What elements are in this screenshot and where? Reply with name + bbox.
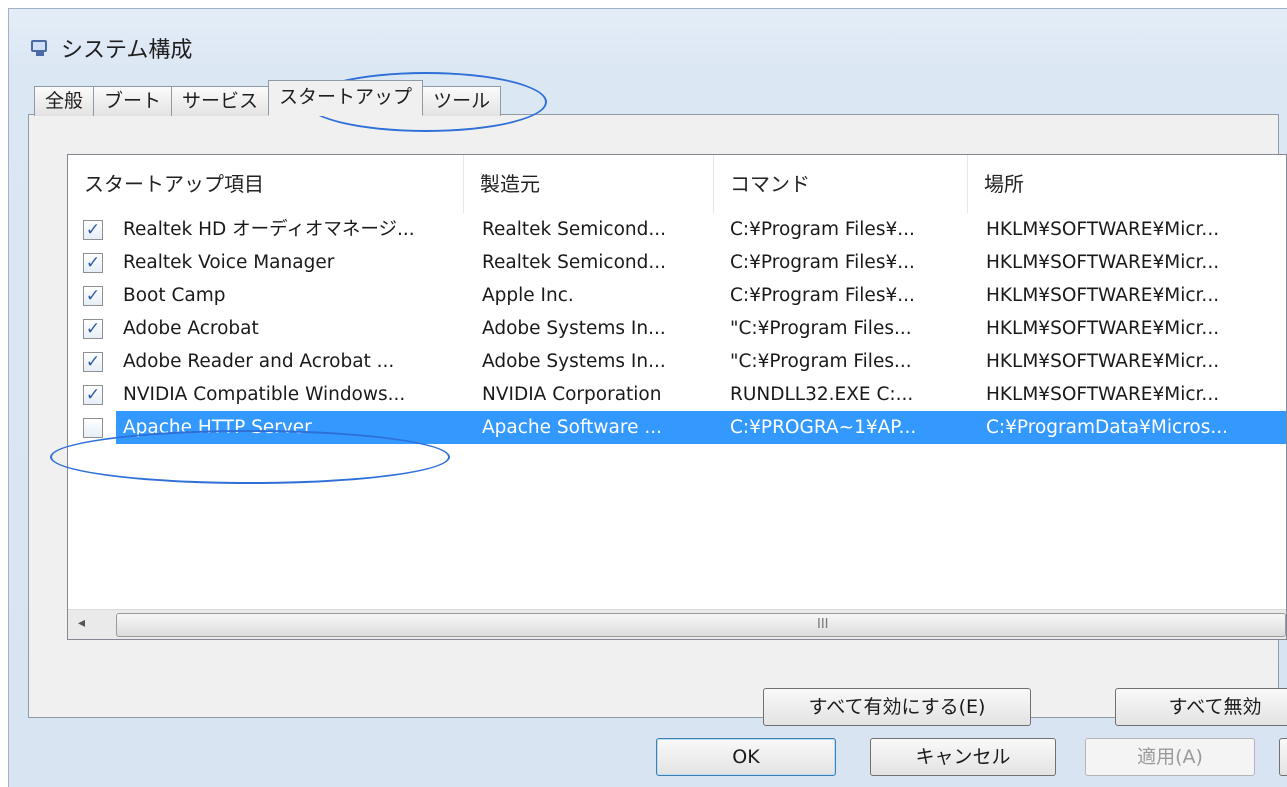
startup-checkbox[interactable]: ✓ xyxy=(83,352,103,372)
enable-all-button[interactable]: すべて有効にする(E) xyxy=(763,688,1031,726)
table-row[interactable]: ✓ Adobe Reader and Acrobat ... Adobe Syste… xyxy=(68,345,1286,378)
table-row[interactable]: ✓ NVIDIA Compatible Windows... NVIDIA Corp… xyxy=(68,378,1286,411)
table-row[interactable]: ✓ Apache HTTP Server Apache Software ... C:… xyxy=(68,411,1286,444)
startup-checkbox[interactable]: ✓ xyxy=(83,220,103,240)
column-header-location[interactable]: 場所 xyxy=(968,155,1287,213)
ok-button[interactable]: OK xyxy=(656,738,836,776)
cell-startup-item: Realtek HD オーディオマネージ... xyxy=(123,219,415,240)
column-header-maker[interactable]: 製造元 xyxy=(464,155,714,213)
tab-services[interactable]: サービス xyxy=(171,86,270,116)
cell-command: "C:¥Program Files... xyxy=(730,318,912,339)
table-row[interactable]: ✓ Adobe Acrobat Adobe Systems In... "C:¥Pro… xyxy=(68,312,1286,345)
apply-button[interactable]: 適用(A) xyxy=(1085,738,1255,776)
cancel-button[interactable]: キャンセル xyxy=(870,738,1056,776)
startup-checkbox[interactable]: ✓ xyxy=(83,253,103,273)
startup-list[interactable]: スタートアップ項目 製造元 コマンド 場所 ✓ Realtek HD オーディオマ… xyxy=(67,154,1287,640)
cell-location: HKLM¥SOFTWARE¥Micr... xyxy=(986,252,1220,273)
cell-maker: Apache Software ... xyxy=(482,417,662,438)
list-header: スタートアップ項目 製造元 コマンド 場所 xyxy=(68,155,1286,213)
cell-startup-item: Apache HTTP Server xyxy=(123,417,312,438)
column-header-command[interactable]: コマンド xyxy=(714,155,968,213)
cell-maker: NVIDIA Corporation xyxy=(482,384,662,405)
cell-command: C:¥PROGRA~1¥AP... xyxy=(730,417,917,438)
column-header-startup-item[interactable]: スタートアップ項目 xyxy=(68,155,464,213)
tab-general[interactable]: 全般 xyxy=(34,86,95,116)
window-title: システム構成 xyxy=(61,38,193,63)
scroll-left-icon[interactable]: ◂ xyxy=(78,615,85,631)
title-bar: システム構成 xyxy=(29,31,192,65)
cell-maker: Adobe Systems In... xyxy=(482,351,666,372)
horizontal-scrollbar[interactable]: ◂ III xyxy=(68,609,1286,639)
help-button-partial[interactable] xyxy=(1279,738,1287,776)
cell-location: C:¥ProgramData¥Micros... xyxy=(986,417,1228,438)
cell-maker: Apple Inc. xyxy=(482,285,574,306)
cell-command: C:¥Program Files¥... xyxy=(730,252,915,273)
startup-checkbox[interactable]: ✓ xyxy=(83,319,103,339)
cell-location: HKLM¥SOFTWARE¥Micr... xyxy=(986,384,1220,405)
cell-maker: Realtek Semicond... xyxy=(482,252,666,273)
scrollbar-thumb[interactable]: III xyxy=(116,613,1286,637)
cell-command: RUNDLL32.EXE C:... xyxy=(730,384,914,405)
cell-command: C:¥Program Files¥... xyxy=(730,219,915,240)
table-row[interactable]: ✓ Boot Camp Apple Inc. C:¥Program Files¥...… xyxy=(68,279,1286,312)
cell-command: "C:¥Program Files... xyxy=(730,351,912,372)
tab-strip: 全般 ブート サービス スタートアップ ツール xyxy=(34,80,502,116)
cell-startup-item: Realtek Voice Manager xyxy=(123,252,335,273)
table-row[interactable]: ✓ Realtek HD オーディオマネージ... Realtek Semicond… xyxy=(68,213,1286,246)
startup-checkbox[interactable]: ✓ xyxy=(83,385,103,405)
disable-all-button[interactable]: すべて無効 xyxy=(1115,688,1287,726)
cell-location: HKLM¥SOFTWARE¥Micr... xyxy=(986,285,1220,306)
table-row[interactable]: ✓ Realtek Voice Manager Realtek Semicond..… xyxy=(68,246,1286,279)
startup-checkbox[interactable]: ✓ xyxy=(83,286,103,306)
cell-startup-item: Adobe Reader and Acrobat ... xyxy=(123,351,395,372)
cell-maker: Realtek Semicond... xyxy=(482,219,666,240)
cell-location: HKLM¥SOFTWARE¥Micr... xyxy=(986,318,1220,339)
cell-startup-item: NVIDIA Compatible Windows... xyxy=(123,384,406,405)
tab-startup[interactable]: スタートアップ xyxy=(268,80,424,116)
cell-startup-item: Boot Camp xyxy=(123,285,226,306)
tab-tools[interactable]: ツール xyxy=(422,86,502,116)
tab-boot[interactable]: ブート xyxy=(93,86,173,116)
cell-maker: Adobe Systems In... xyxy=(482,318,666,339)
cell-location: HKLM¥SOFTWARE¥Micr... xyxy=(986,219,1220,240)
monitor-icon xyxy=(29,38,51,58)
scrollbar-grip-icon: III xyxy=(817,617,829,632)
startup-checkbox[interactable]: ✓ xyxy=(83,418,103,438)
cell-command: C:¥Program Files¥... xyxy=(730,285,915,306)
cell-location: HKLM¥SOFTWARE¥Micr... xyxy=(986,351,1220,372)
cell-startup-item: Adobe Acrobat xyxy=(123,318,259,339)
